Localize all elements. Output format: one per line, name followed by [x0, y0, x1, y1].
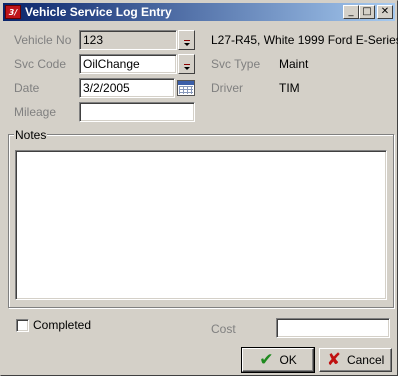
vehicle-description: L27-R45, White 1999 Ford E-Series [211, 33, 398, 47]
notes-textarea[interactable] [15, 150, 387, 300]
date-field[interactable]: 3/2/2005 [79, 78, 175, 98]
driver-value: TIM [279, 81, 300, 95]
app-icon[interactable]: 3/ [5, 5, 21, 19]
vehicle-no-dropdown-button[interactable] [178, 30, 195, 50]
mileage-label: Mileage [14, 105, 57, 119]
dialog-window: 3/ Vehicle Service Log Entry _ □ ✕ Vehic… [0, 0, 398, 376]
cancel-label: Cancel [346, 353, 385, 367]
maximize-icon: □ [362, 6, 372, 17]
chevron-down-icon [183, 64, 190, 70]
check-icon: ✔ [259, 349, 274, 370]
ok-button[interactable]: ✔ OK [241, 347, 315, 373]
title-bar[interactable]: 3/ Vehicle Service Log Entry _ □ ✕ [3, 3, 395, 21]
svc-code-label: Svc Code [14, 57, 67, 71]
maximize-button[interactable]: □ [359, 5, 375, 19]
cost-field[interactable] [276, 318, 390, 338]
close-button[interactable]: ✕ [377, 5, 393, 19]
completed-checkbox[interactable] [16, 319, 29, 332]
close-icon: ✕ [380, 6, 390, 17]
notes-label: Notes [14, 128, 48, 142]
svc-code-field[interactable]: OilChange [79, 54, 177, 74]
title-buttons: _ □ ✕ [343, 5, 393, 19]
completed-label[interactable]: Completed [33, 318, 91, 332]
minimize-icon: _ [348, 6, 354, 17]
minimize-button[interactable]: _ [343, 5, 359, 19]
svc-code-dropdown-button[interactable] [178, 54, 195, 74]
vehicle-no-field[interactable]: 123 [79, 30, 177, 50]
calendar-icon[interactable] [177, 80, 195, 96]
window-title: Vehicle Service Log Entry [25, 5, 172, 19]
date-label: Date [14, 81, 40, 95]
cancel-button[interactable]: ✘ Cancel [319, 348, 392, 372]
svc-type-value: Maint [279, 57, 309, 71]
cost-label: Cost [211, 322, 236, 336]
svc-type-label: Svc Type [211, 57, 261, 71]
ok-label: OK [279, 353, 297, 367]
chevron-down-icon [183, 40, 190, 46]
vehicle-no-label: Vehicle No [14, 33, 72, 47]
driver-label: Driver [211, 81, 243, 95]
x-icon: ✘ [326, 349, 341, 370]
mileage-field[interactable] [79, 102, 195, 122]
